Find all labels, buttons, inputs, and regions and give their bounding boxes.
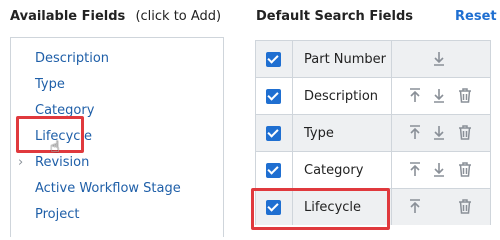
trash-icon[interactable]	[457, 161, 473, 178]
available-fields-hint: (click to Add)	[135, 9, 222, 24]
table-row: Part Number	[256, 40, 490, 77]
row-checkbox[interactable]	[266, 163, 281, 178]
table-row: Description	[256, 77, 490, 114]
available-fields-header: Available Fields (click to Add)	[10, 9, 221, 24]
move-down-icon[interactable]	[431, 124, 447, 141]
trash-icon[interactable]	[457, 124, 473, 141]
chevron-right-icon[interactable]: ›	[18, 155, 23, 170]
row-label: Part Number	[304, 52, 387, 67]
move-to-top-icon[interactable]	[407, 198, 423, 215]
row-label: Type	[304, 126, 334, 141]
move-to-top-icon[interactable]	[407, 87, 423, 104]
available-fields-title: Available Fields	[10, 9, 126, 24]
default-search-fields-title: Default Search Fields	[256, 9, 413, 24]
available-field-type[interactable]: Type	[35, 77, 65, 92]
available-field-description[interactable]: Description	[35, 51, 109, 66]
move-down-icon[interactable]	[431, 87, 447, 104]
move-to-top-icon[interactable]	[407, 124, 423, 141]
trash-icon[interactable]	[457, 87, 473, 104]
reset-link[interactable]: Reset	[455, 9, 497, 24]
hand-cursor-icon: ☝	[50, 137, 60, 156]
row-label: Description	[304, 89, 379, 104]
table-row: Type	[256, 114, 490, 151]
move-down-icon[interactable]	[431, 50, 447, 67]
row-label: Category	[304, 163, 364, 178]
move-down-icon[interactable]	[431, 161, 447, 178]
available-field-revision[interactable]: Revision	[35, 155, 89, 170]
row-checkbox[interactable]	[266, 52, 281, 67]
row-checkbox[interactable]	[266, 126, 281, 141]
move-to-top-icon[interactable]	[407, 161, 423, 178]
trash-icon[interactable]	[457, 198, 473, 215]
available-field-project[interactable]: Project	[35, 207, 79, 222]
available-field-active-workflow-stage[interactable]: Active Workflow Stage	[35, 181, 181, 196]
row-checkbox[interactable]	[266, 89, 281, 104]
lifecycle-row-highlight-box	[251, 188, 390, 230]
table-row: Category	[256, 151, 490, 188]
